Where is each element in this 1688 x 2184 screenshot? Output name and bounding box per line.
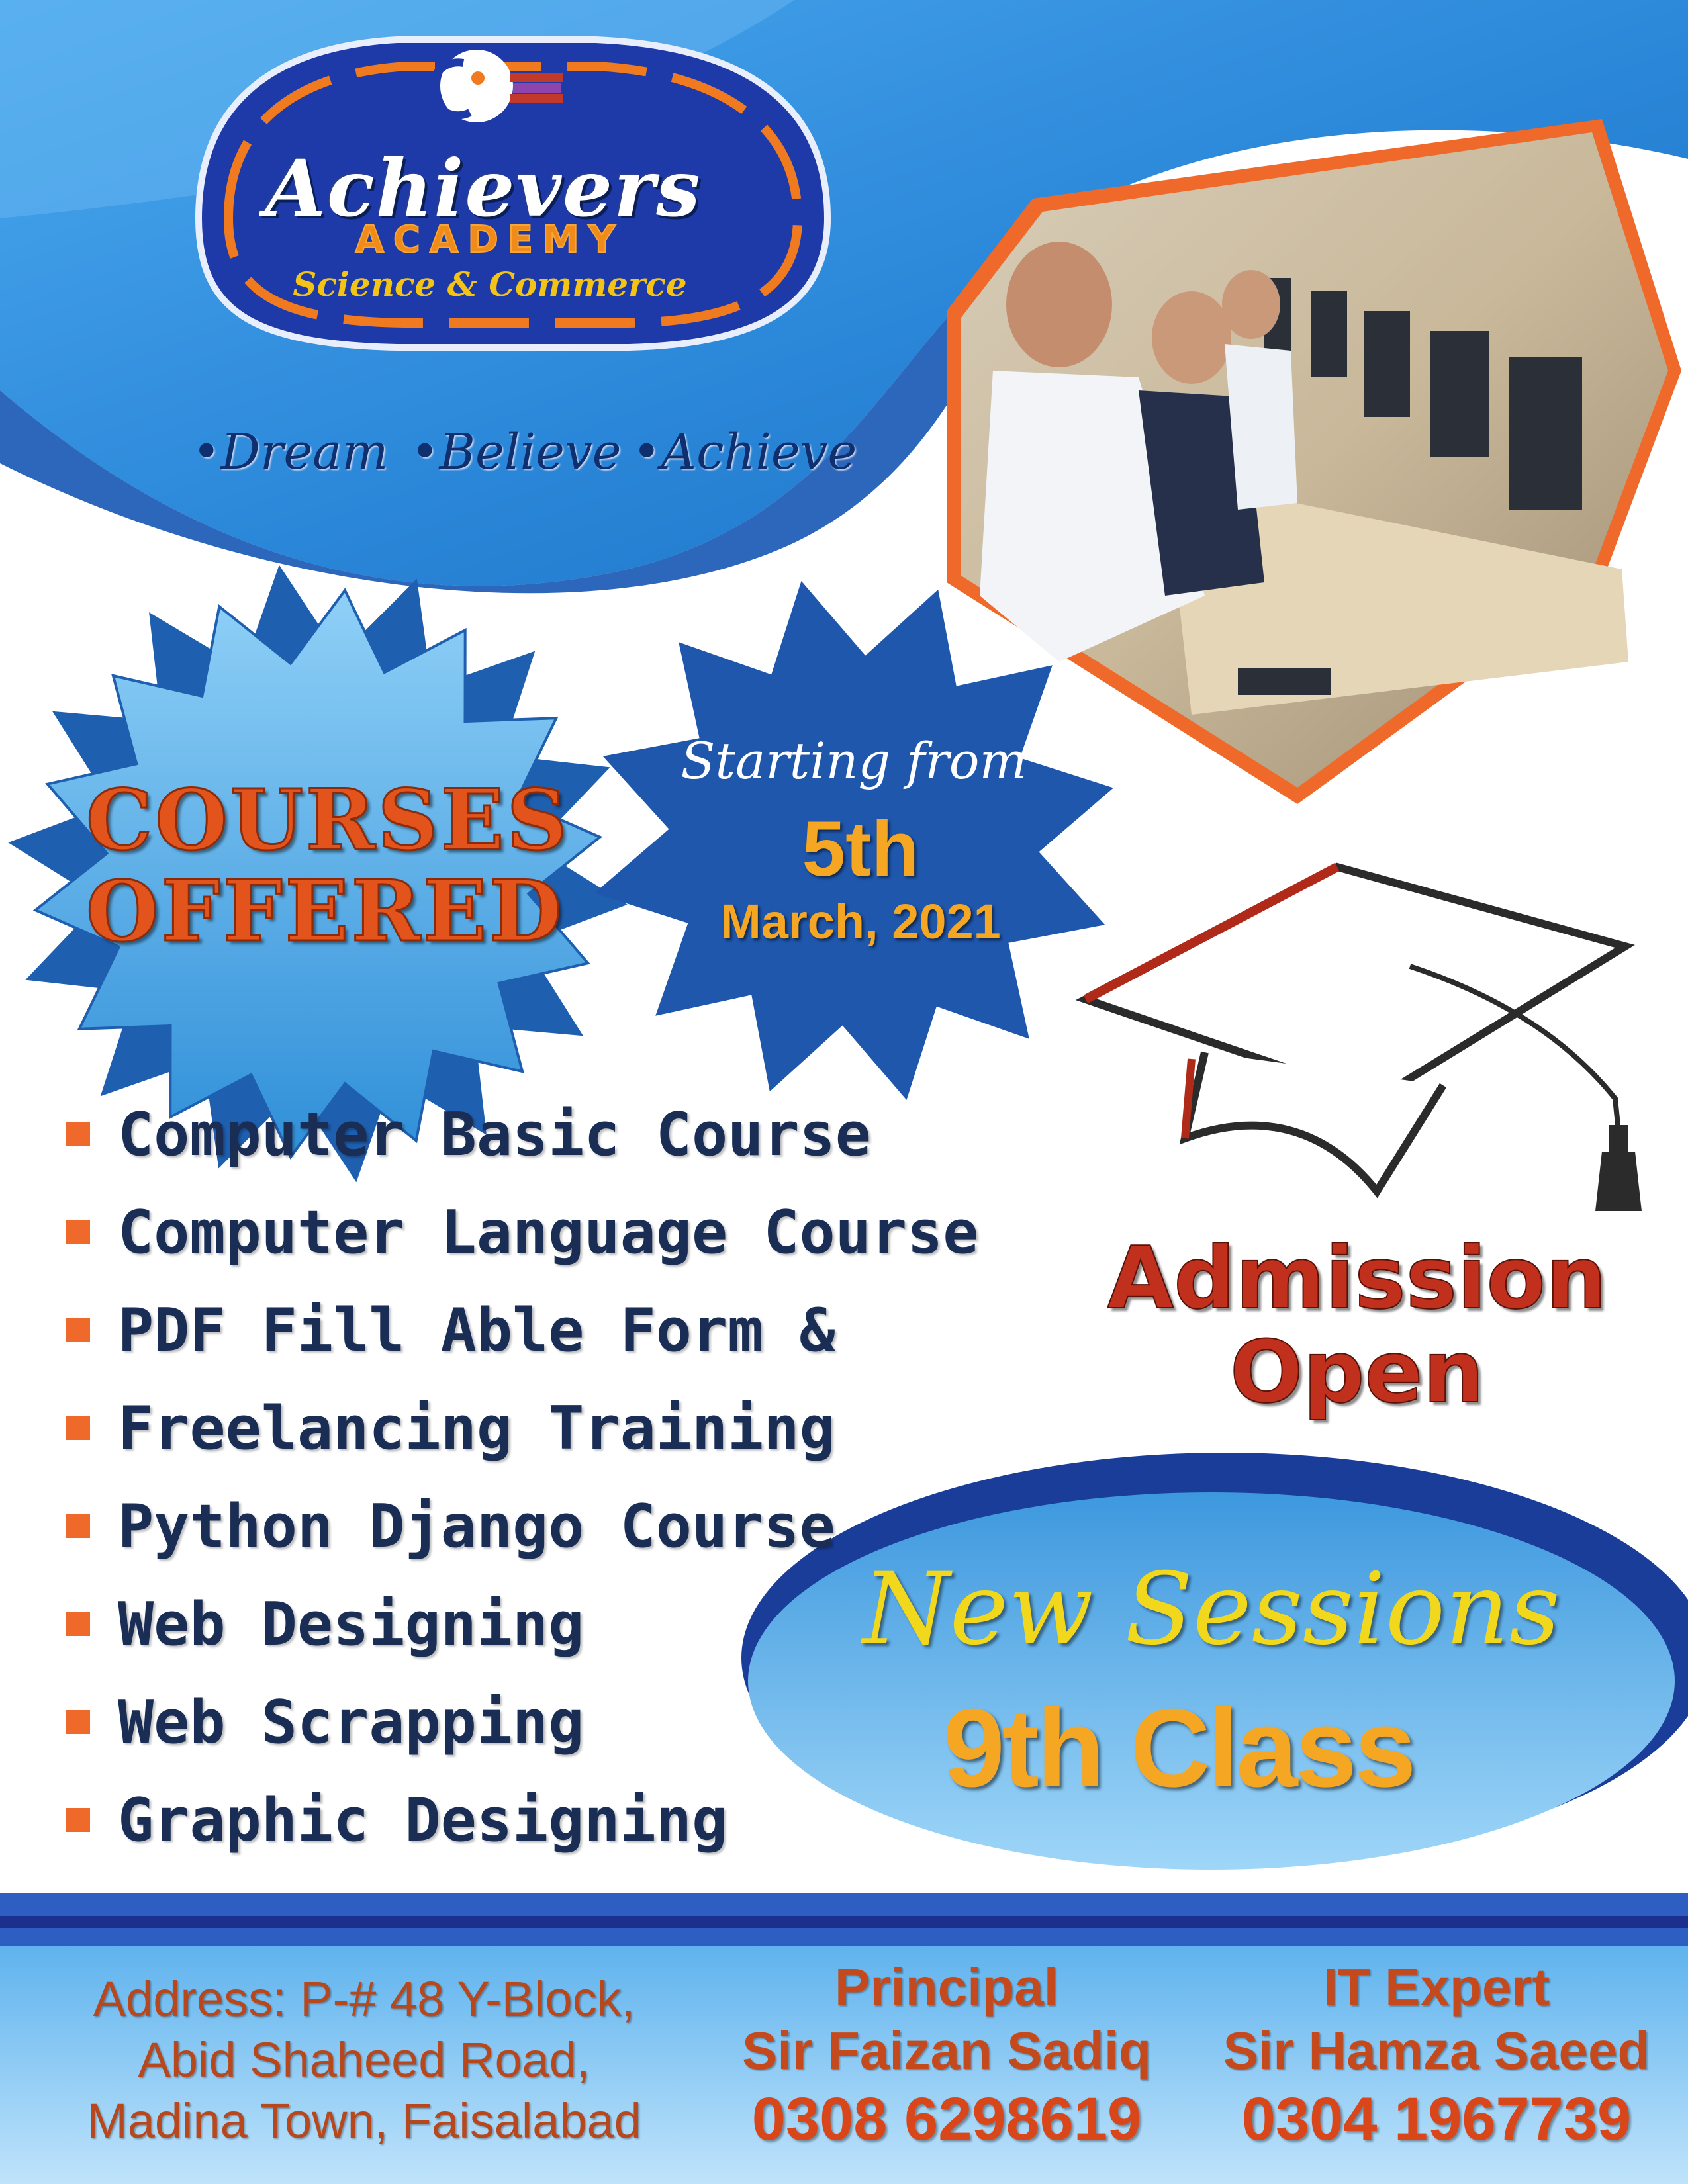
tagline-believe: •Believe — [410, 424, 622, 480]
admission-line2: Open — [1229, 1322, 1485, 1422]
sessions-title: New Sessions — [863, 1552, 1560, 1667]
bullet-icon — [66, 1710, 90, 1734]
list-item: Computer Language Course — [66, 1183, 978, 1281]
graduation-cap-icon — [1075, 862, 1642, 1211]
principal-name: Sir Faizan Sadiq — [742, 2021, 1151, 2080]
admission-heading: Admission Open — [1066, 1228, 1648, 1422]
brand-subtitle: Science & Commerce — [293, 265, 687, 304]
it-expert-contact: IT Expert Sir Hamza Saeed 0304 1967739 — [1198, 1956, 1675, 2156]
bullet-icon — [66, 1122, 90, 1146]
course-label: Computer Basic Course — [118, 1099, 871, 1169]
course-label: PDF Fill Able Form & — [118, 1295, 835, 1365]
bullet-icon — [66, 1416, 90, 1440]
bullet-icon — [66, 1808, 90, 1832]
principal-contact: Principal Sir Faizan Sadiq 0308 6298619 — [715, 1956, 1178, 2156]
it-phone: 0304 1967739 — [1241, 2085, 1632, 2153]
start-month: March, 2021 — [720, 894, 1001, 949]
list-item: PDF Fill Able Form & — [66, 1281, 978, 1379]
classroom-photo — [947, 119, 1681, 804]
tagline-achieve: •Achieve — [632, 424, 857, 480]
admission-line1: Admission — [1107, 1228, 1608, 1328]
address-line3: Madina Town, Faisalabad — [87, 2093, 641, 2148]
bullet-icon — [66, 1220, 90, 1244]
principal-phone: 0308 6298619 — [751, 2085, 1142, 2153]
course-label: Python Django Course — [118, 1491, 835, 1561]
courses-heading-line2: OFFERED — [85, 862, 565, 960]
bullet-icon — [66, 1318, 90, 1342]
brand-academy: ACADEMY — [355, 218, 625, 262]
course-label: Computer Language Course — [118, 1197, 979, 1267]
address-line2: Abid Shaheed Road, — [138, 2032, 590, 2087]
tagline-dream: •Dream — [192, 424, 389, 480]
footer-address: Address: P-# 48 Y-Block, Abid Shaheed Ro… — [20, 1969, 708, 2152]
principal-role: Principal — [835, 1958, 1058, 2017]
courses-heading-line1: COURSES — [85, 771, 570, 869]
course-label: Freelancing Training — [118, 1393, 835, 1463]
it-role: IT Expert — [1323, 1958, 1550, 2017]
course-label: Web Designing — [118, 1589, 585, 1659]
bullet-icon — [66, 1514, 90, 1538]
course-label: Graphic Designing — [118, 1785, 728, 1855]
address-line1: Address: P-# 48 Y-Block, — [93, 1972, 635, 2026]
courses-heading: COURSES OFFERED — [85, 771, 570, 960]
start-day: 5th — [802, 805, 919, 893]
course-label: Web Scrapping — [118, 1687, 585, 1757]
list-item: Freelancing Training — [66, 1379, 978, 1477]
list-item: Computer Basic Course — [66, 1085, 978, 1183]
it-name: Sir Hamza Saeed — [1223, 2021, 1650, 2080]
sessions-class: 9th Class — [943, 1686, 1417, 1810]
start-label: Starting from — [680, 731, 1027, 790]
bullet-icon — [66, 1612, 90, 1636]
